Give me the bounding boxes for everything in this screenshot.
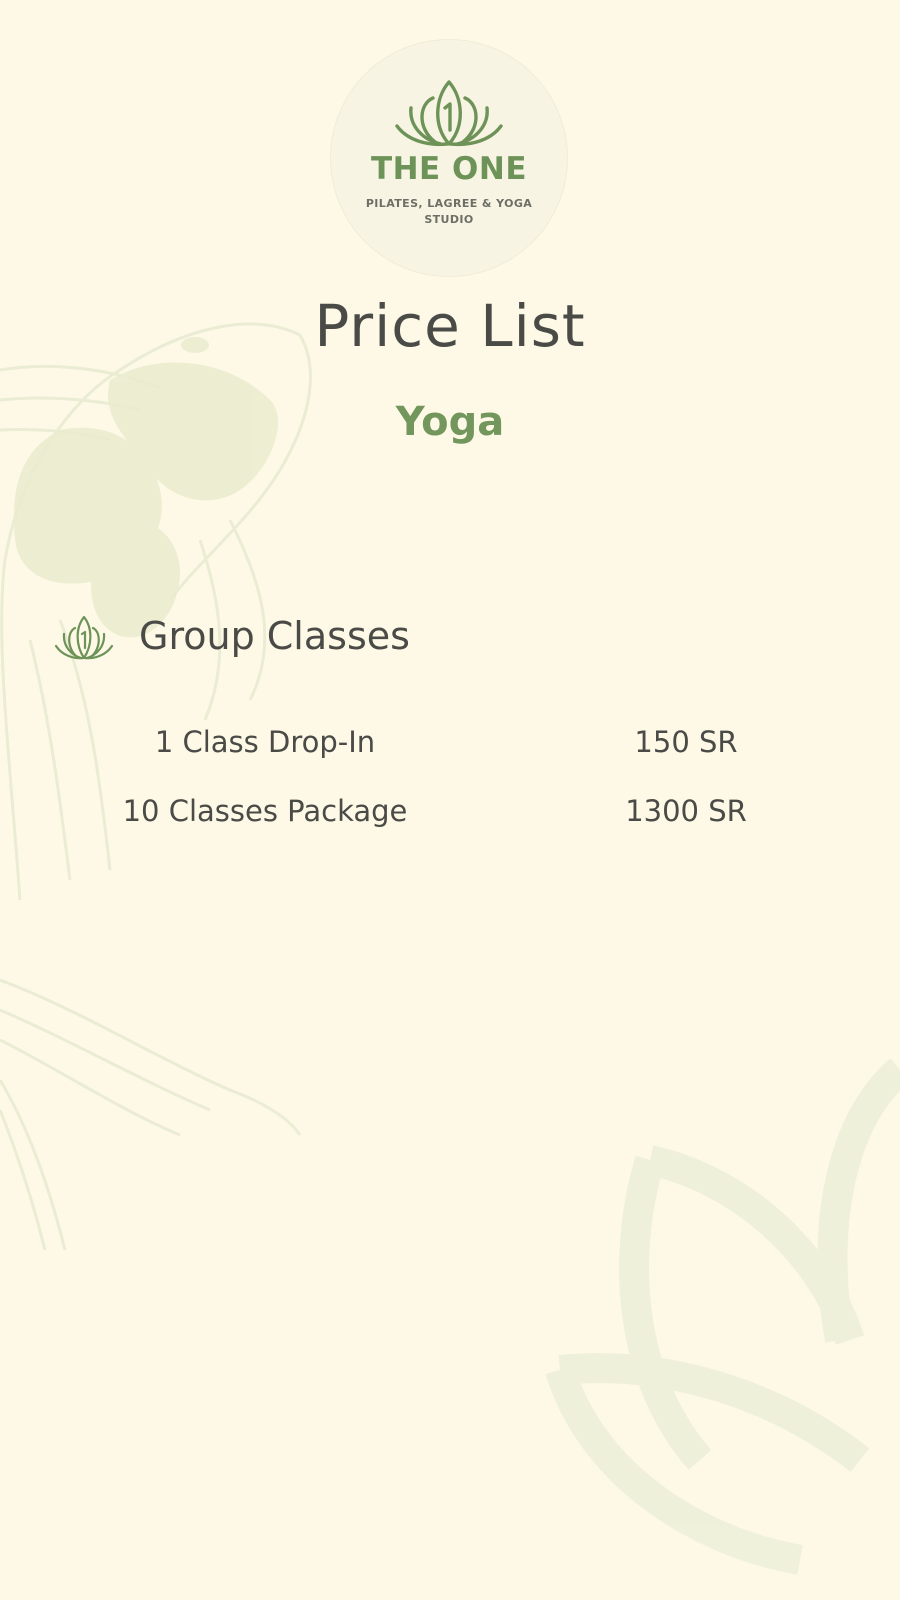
brand-tagline: PILATES, LAGREE & YOGA STUDIO: [349, 196, 549, 228]
price-row: 1 Class Drop-In 150 SR: [0, 720, 900, 764]
brand-tagline-line1: PILATES, LAGREE & YOGA: [365, 197, 533, 210]
brand-logo: THE ONE PILATES, LAGREE & YOGA STUDIO: [331, 40, 567, 276]
price-row: 10 Classes Package 1300 SR: [0, 789, 900, 833]
price-item-value: 1300 SR: [625, 794, 747, 828]
price-item-name: 10 Classes Package: [122, 794, 408, 828]
page-title: Price List: [314, 292, 586, 360]
page-subtitle: Yoga: [395, 399, 505, 445]
section-title: Group Classes: [139, 614, 410, 658]
lotus-icon: [54, 615, 114, 660]
brand-name: THE ONE: [370, 151, 528, 187]
price-item-value: 150 SR: [634, 725, 738, 759]
lotus-icon: [395, 80, 503, 147]
price-item-name: 1 Class Drop-In: [154, 725, 376, 759]
brand-tagline-line2: STUDIO: [424, 213, 474, 226]
